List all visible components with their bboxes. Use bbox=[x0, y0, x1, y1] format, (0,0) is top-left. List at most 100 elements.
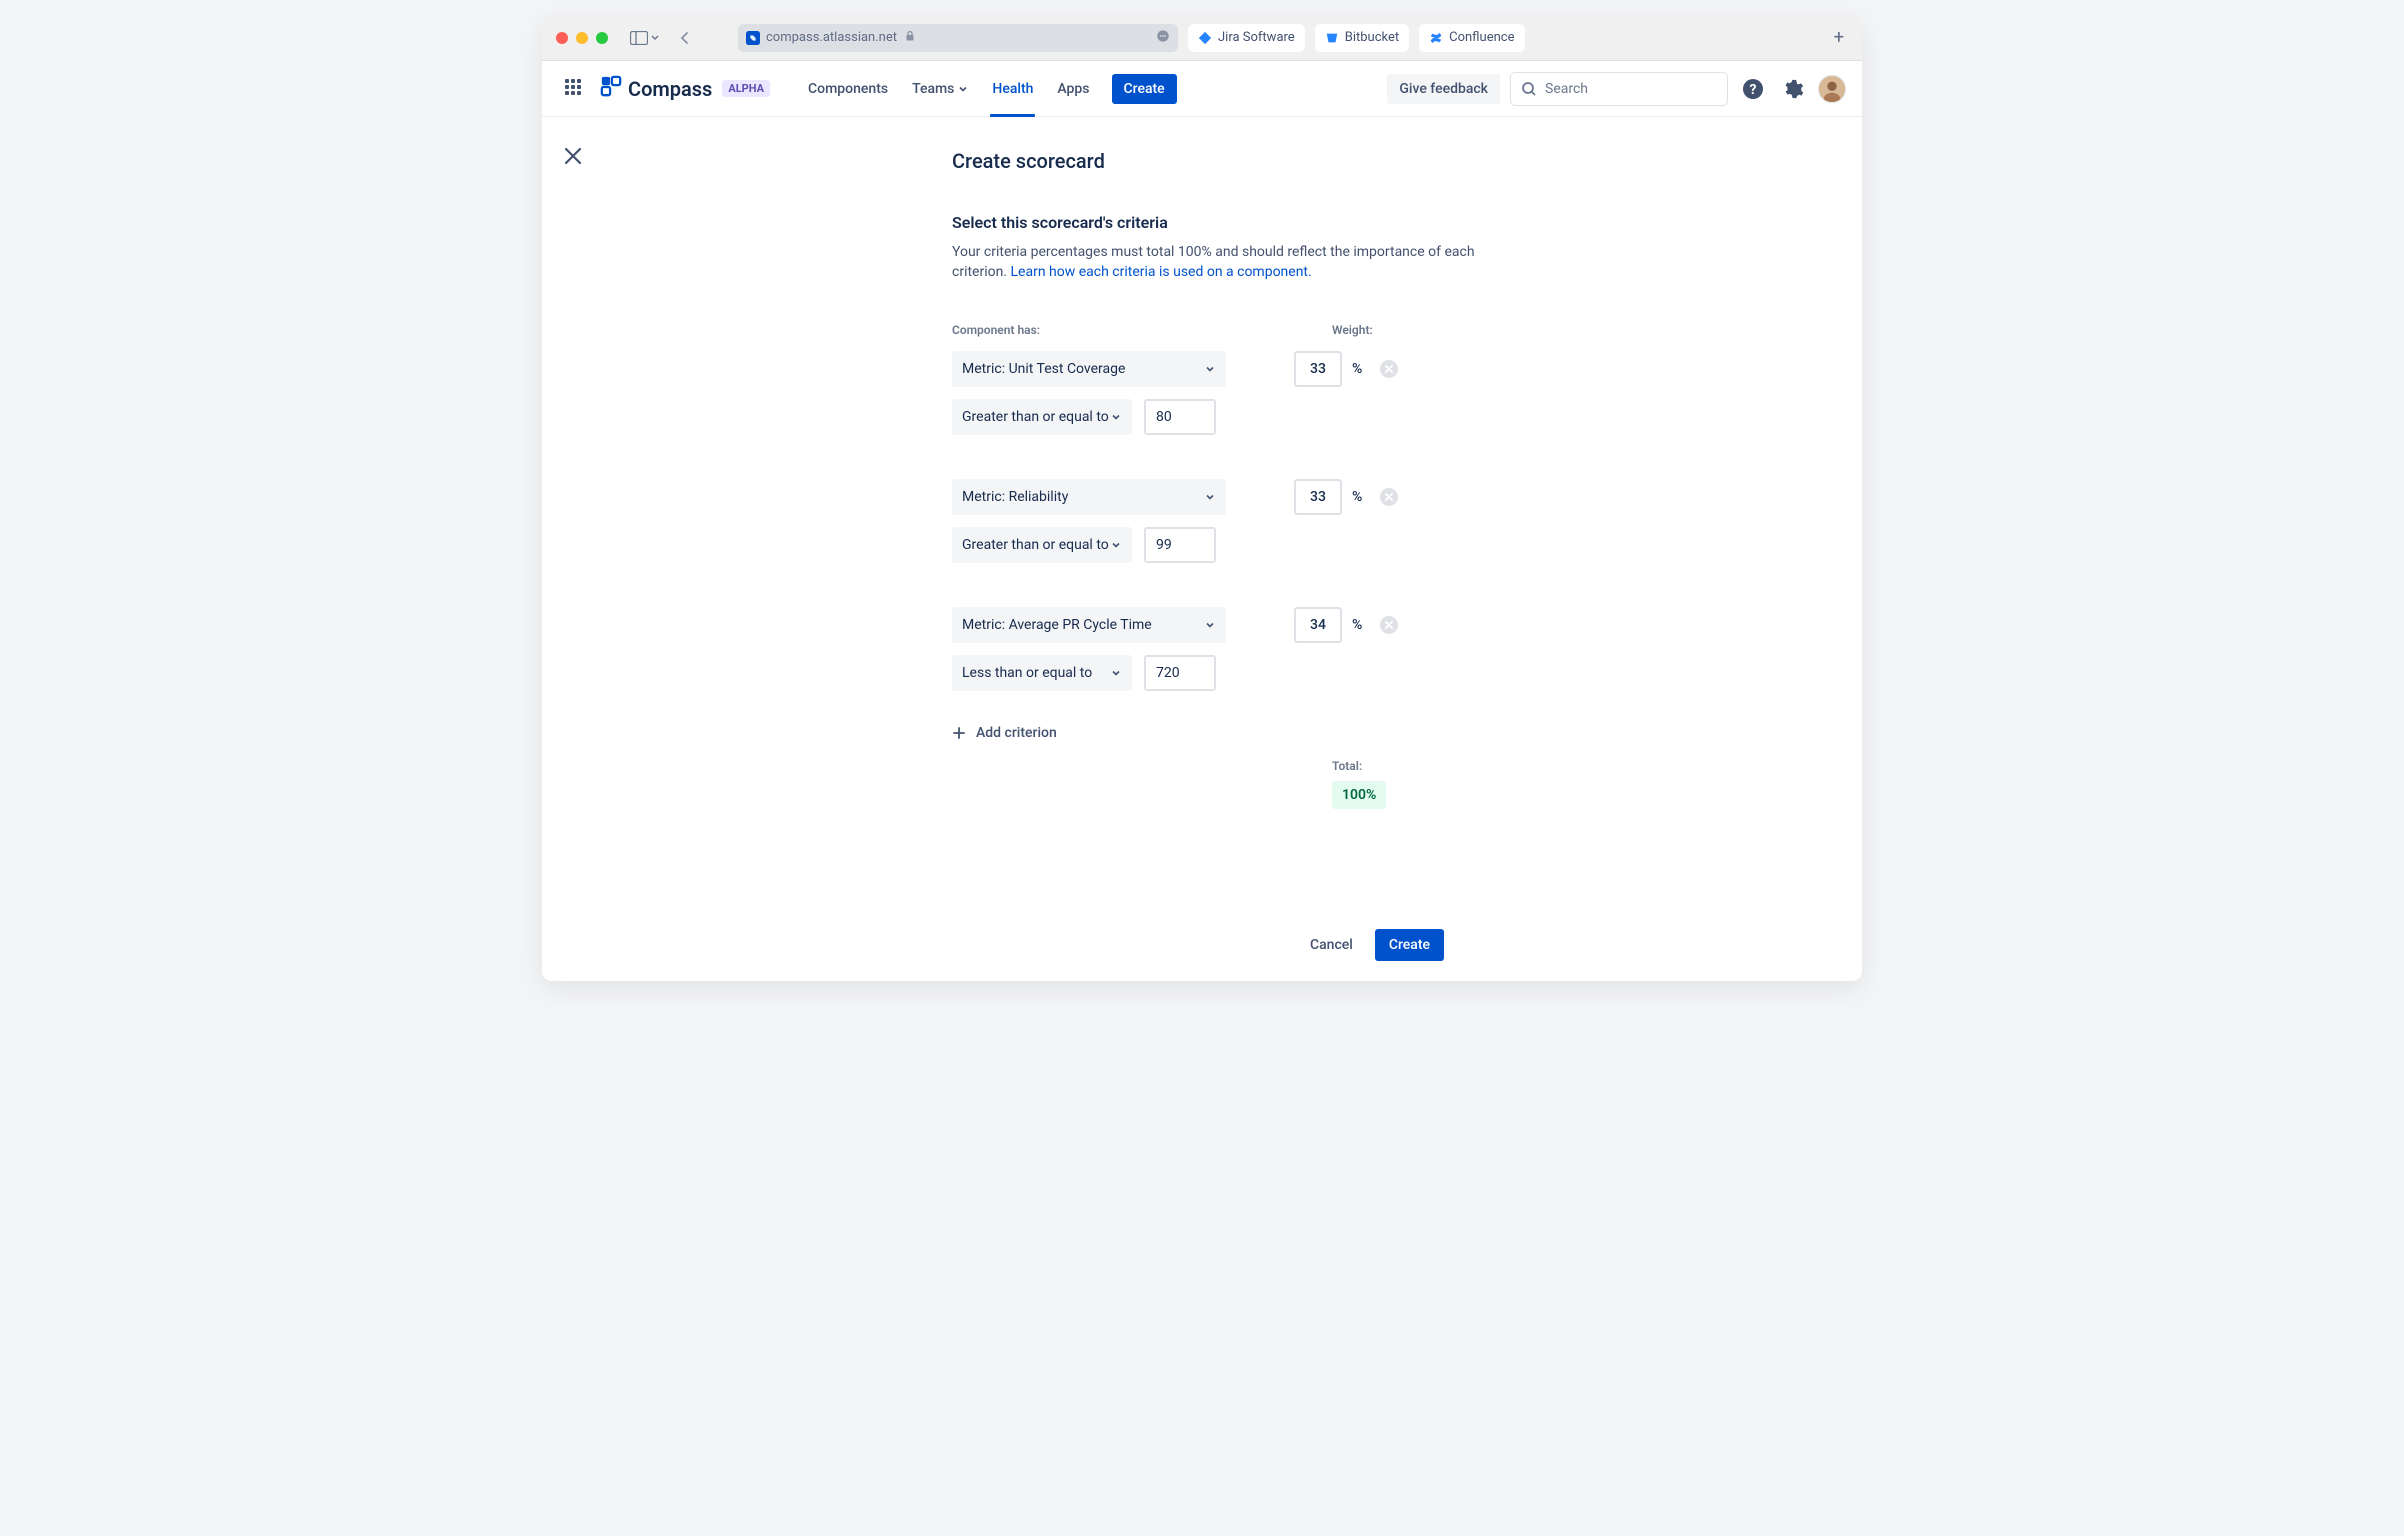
close-window-button[interactable] bbox=[556, 32, 568, 44]
chevron-down-icon bbox=[958, 84, 968, 94]
total-value: 100% bbox=[1332, 781, 1386, 809]
learn-more-link[interactable]: Learn how each criteria is used on a com… bbox=[1011, 264, 1312, 280]
button-label: Create bbox=[1124, 81, 1165, 97]
nav-health[interactable]: Health bbox=[982, 73, 1043, 105]
lock-icon bbox=[903, 29, 917, 47]
metric-select[interactable]: Metric: Average PR Cycle Time bbox=[952, 607, 1226, 643]
remove-criterion-button[interactable] bbox=[1380, 488, 1398, 506]
input-value: 33 bbox=[1310, 361, 1326, 377]
weight-group: 33 % bbox=[1294, 479, 1444, 515]
close-icon bbox=[562, 145, 584, 167]
plus-icon bbox=[952, 726, 966, 740]
operator-select[interactable]: Greater than or equal to bbox=[952, 527, 1132, 563]
compass-logo-icon bbox=[600, 75, 622, 102]
app-switcher-button[interactable] bbox=[558, 72, 588, 106]
favorite-label: Bitbucket bbox=[1345, 30, 1399, 45]
threshold-input[interactable]: 99 bbox=[1144, 527, 1216, 563]
scorecard-form: Create scorecard Select this scorecard's… bbox=[952, 117, 1482, 961]
give-feedback-button[interactable]: Give feedback bbox=[1387, 74, 1500, 104]
app-navigation: Compass ALPHA Components Teams Health Ap… bbox=[542, 61, 1862, 117]
alpha-badge: ALPHA bbox=[722, 80, 770, 97]
chevron-down-icon bbox=[1110, 667, 1122, 679]
chevron-down-icon bbox=[1110, 411, 1122, 423]
close-dialog-button[interactable] bbox=[562, 145, 584, 171]
add-criterion-button[interactable]: Add criterion bbox=[952, 725, 1444, 741]
criterion-row: Metric: Average PR Cycle Time 34 % bbox=[952, 607, 1444, 691]
footer-actions: Cancel Create bbox=[952, 929, 1444, 961]
weight-input[interactable]: 34 bbox=[1294, 607, 1342, 643]
help-button[interactable]: ? bbox=[1738, 74, 1768, 104]
page-title: Create scorecard bbox=[952, 149, 1482, 173]
window-controls bbox=[556, 32, 608, 44]
url-bar[interactable]: compass.atlassian.net bbox=[738, 24, 1178, 52]
chevron-down-icon bbox=[1204, 491, 1216, 503]
operator-select[interactable]: Greater than or equal to bbox=[952, 399, 1132, 435]
percent-sign: % bbox=[1352, 489, 1362, 505]
compass-logo[interactable]: Compass ALPHA bbox=[600, 75, 770, 102]
nav-components[interactable]: Components bbox=[798, 73, 898, 105]
select-value: Metric: Average PR Cycle Time bbox=[962, 617, 1152, 633]
site-favicon bbox=[746, 31, 760, 45]
reader-mode-icon[interactable] bbox=[1156, 29, 1170, 47]
select-value: Metric: Unit Test Coverage bbox=[962, 361, 1125, 377]
maximize-window-button[interactable] bbox=[596, 32, 608, 44]
weight-group: 34 % bbox=[1294, 607, 1444, 643]
select-value: Less than or equal to bbox=[962, 665, 1092, 681]
nav-label: Apps bbox=[1057, 81, 1089, 97]
close-icon bbox=[1384, 364, 1394, 374]
nav-label: Teams bbox=[912, 81, 954, 97]
operator-select[interactable]: Less than or equal to bbox=[952, 655, 1132, 691]
metric-select[interactable]: Metric: Reliability bbox=[952, 479, 1226, 515]
nav-teams[interactable]: Teams bbox=[902, 73, 978, 105]
section-description: Your criteria percentages must total 100… bbox=[952, 242, 1482, 283]
minimize-window-button[interactable] bbox=[576, 32, 588, 44]
close-icon bbox=[1384, 620, 1394, 630]
remove-criterion-button[interactable] bbox=[1380, 360, 1398, 378]
search-placeholder: Search bbox=[1545, 81, 1588, 97]
weight-input[interactable]: 33 bbox=[1294, 479, 1342, 515]
favorite-label: Jira Software bbox=[1218, 30, 1295, 45]
button-label: Add criterion bbox=[976, 725, 1057, 741]
col-component-label: Component has: bbox=[952, 323, 1332, 337]
button-label: Create bbox=[1389, 937, 1430, 953]
favorite-jira[interactable]: Jira Software bbox=[1188, 24, 1305, 52]
favorite-bitbucket[interactable]: Bitbucket bbox=[1315, 24, 1409, 52]
chevron-down-icon bbox=[1204, 363, 1216, 375]
select-value: Greater than or equal to bbox=[962, 537, 1109, 553]
threshold-input[interactable]: 80 bbox=[1144, 399, 1216, 435]
search-input[interactable]: Search bbox=[1510, 72, 1728, 106]
search-icon bbox=[1521, 81, 1537, 97]
select-value: Greater than or equal to bbox=[962, 409, 1109, 425]
total-section: Total: 100% bbox=[1332, 759, 1444, 809]
input-value: 34 bbox=[1310, 617, 1326, 633]
user-avatar[interactable] bbox=[1818, 75, 1846, 103]
metric-select[interactable]: Metric: Unit Test Coverage bbox=[952, 351, 1226, 387]
cancel-button[interactable]: Cancel bbox=[1298, 929, 1365, 961]
criterion-row: Metric: Unit Test Coverage 33 % bbox=[952, 351, 1444, 435]
remove-criterion-button[interactable] bbox=[1380, 616, 1398, 634]
new-tab-button[interactable]: + bbox=[1830, 27, 1848, 48]
section-title: Select this scorecard's criteria bbox=[952, 213, 1482, 232]
settings-button[interactable] bbox=[1778, 74, 1808, 104]
back-button[interactable] bbox=[674, 29, 696, 47]
create-scorecard-button[interactable]: Create bbox=[1375, 929, 1444, 961]
criterion-row: Metric: Reliability 33 % bbox=[952, 479, 1444, 563]
nav-label: Health bbox=[992, 81, 1033, 97]
confluence-icon bbox=[1429, 31, 1443, 45]
input-value: 720 bbox=[1156, 665, 1180, 681]
browser-chrome: compass.atlassian.net Jira Software Bitb… bbox=[542, 15, 1862, 61]
page-body: Create scorecard Select this scorecard's… bbox=[542, 117, 1862, 981]
weight-input[interactable]: 33 bbox=[1294, 351, 1342, 387]
weight-group: 33 % bbox=[1294, 351, 1444, 387]
nav-create-button[interactable]: Create bbox=[1112, 74, 1177, 104]
chevron-down-icon bbox=[1204, 619, 1216, 631]
form-column-headers: Component has: Weight: bbox=[952, 323, 1444, 337]
input-value: 99 bbox=[1156, 537, 1172, 553]
input-value: 33 bbox=[1310, 489, 1326, 505]
nav-apps[interactable]: Apps bbox=[1047, 73, 1099, 105]
favorite-confluence[interactable]: Confluence bbox=[1419, 24, 1524, 52]
product-name: Compass bbox=[628, 77, 712, 101]
threshold-input[interactable]: 720 bbox=[1144, 655, 1216, 691]
sidebar-toggle-button[interactable] bbox=[626, 29, 664, 47]
favorite-label: Confluence bbox=[1449, 30, 1514, 45]
